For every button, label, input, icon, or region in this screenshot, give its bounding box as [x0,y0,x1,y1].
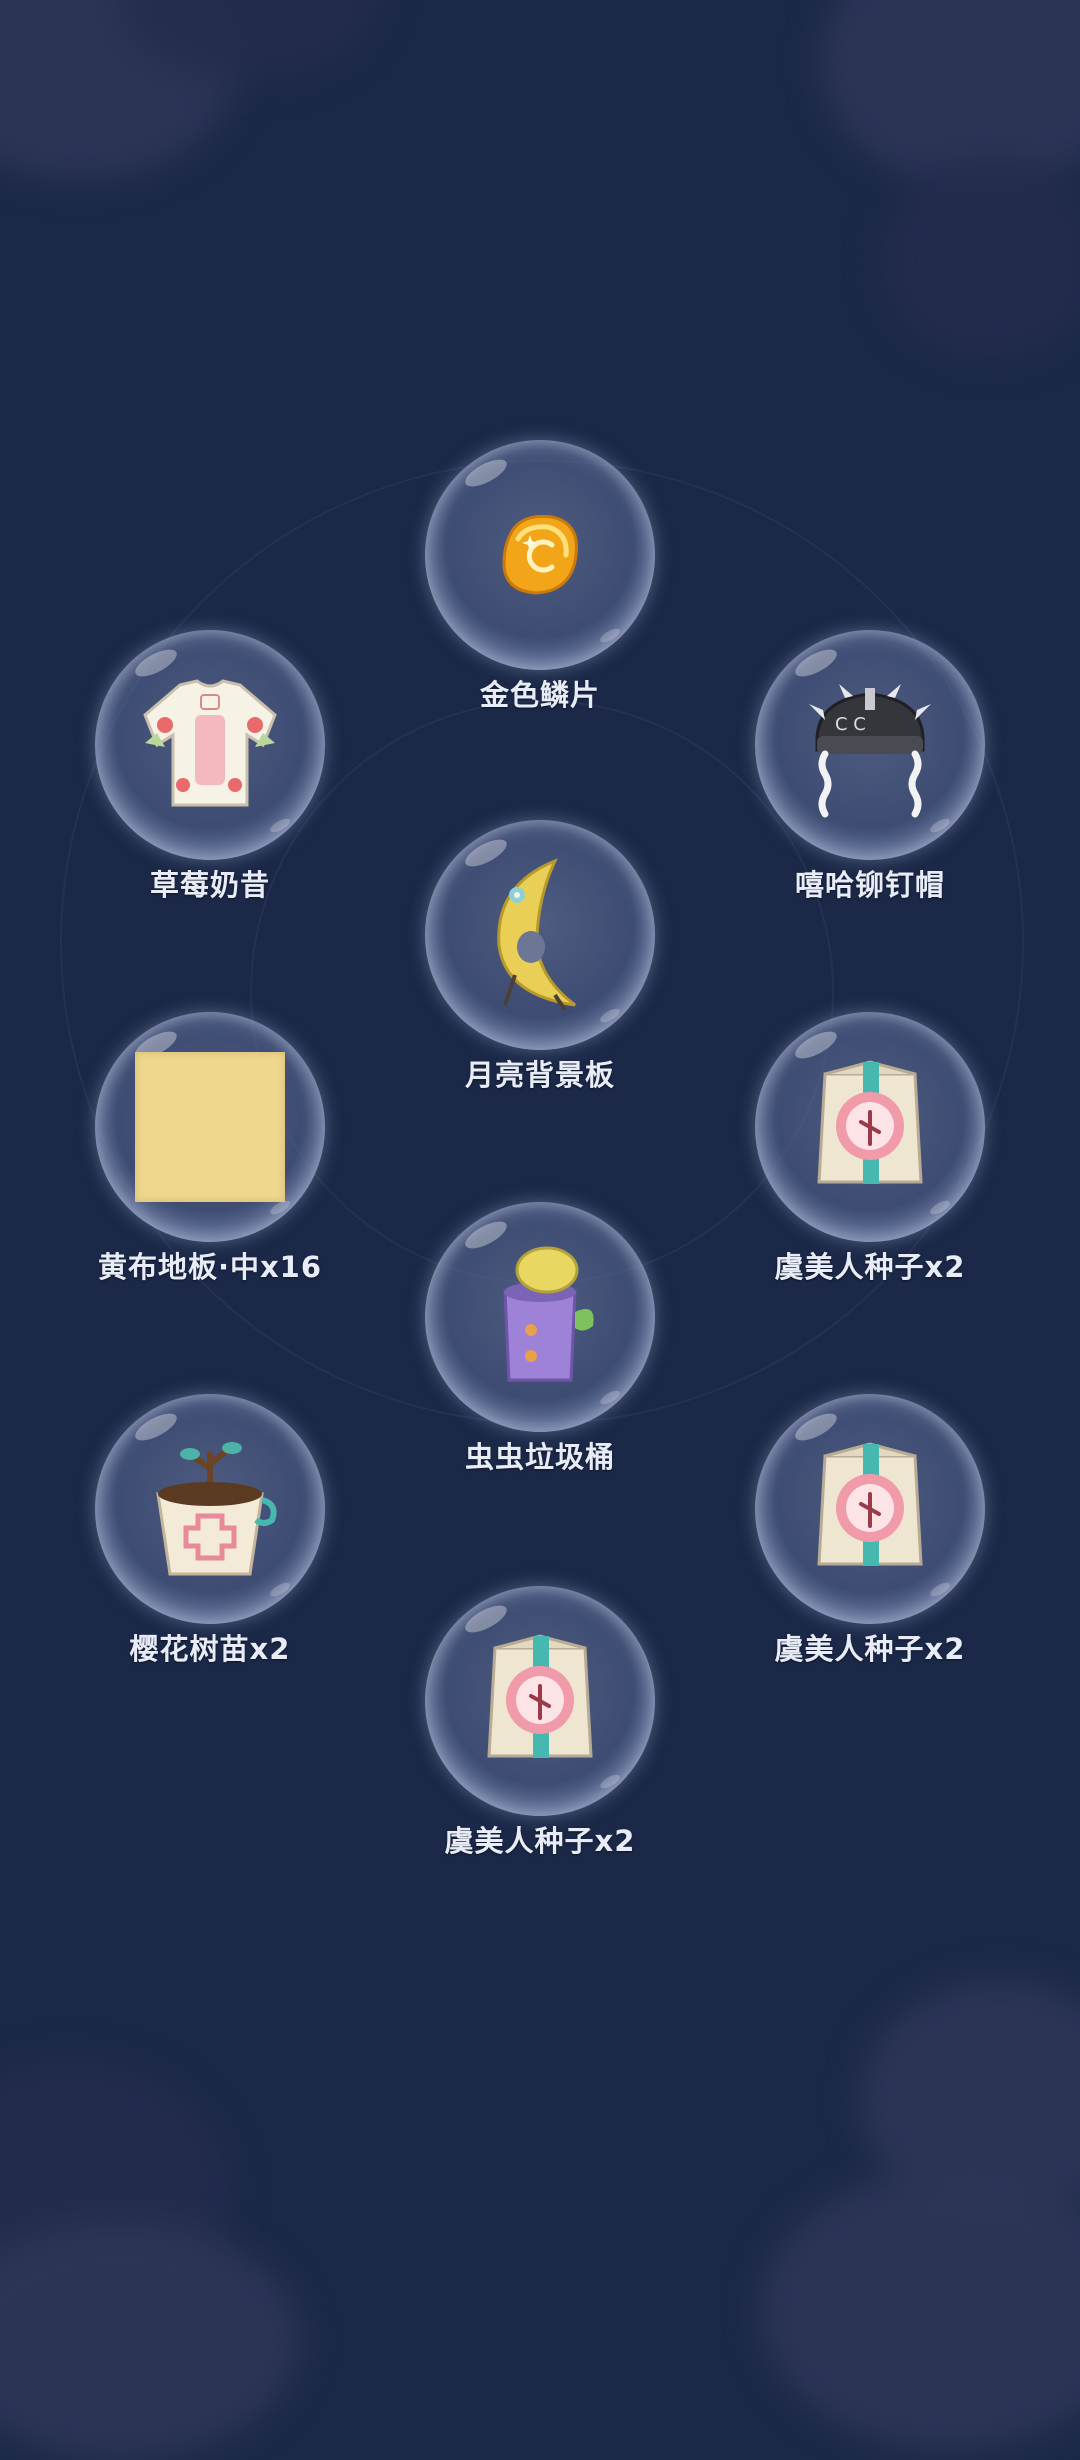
reward-label: 虞美人种子x2 [774,1632,966,1666]
bug-trash-can-icon [503,1246,594,1382]
reward-bubble[interactable] [425,440,655,670]
reward-bubble[interactable] [95,1012,325,1242]
reward-label: 金色鳞片 [479,678,600,712]
reward-item-moon-backdrop[interactable]: 月亮背景板 [410,820,670,1120]
reward-label: 虞美人种子x2 [774,1250,966,1284]
gold-scale-icon [502,514,578,595]
svg-text:C C: C C [835,714,866,735]
reward-bubble[interactable] [755,1012,985,1242]
reward-bubble[interactable]: C C [755,630,985,860]
reward-label: 樱花树苗x2 [129,1632,291,1666]
reward-label: 虫虫垃圾桶 [464,1440,615,1474]
poppy-seed-bag-icon [817,1060,923,1184]
poppy-seed-bag-icon [817,1442,923,1566]
reward-item-strawberry-shirt[interactable]: 草莓奶昔 [80,630,340,930]
reward-label: 虞美人种子x2 [444,1824,636,1858]
studded-hat-icon: C C [809,684,931,818]
reward-item-cherry-sapling[interactable]: 樱花树苗x2 [80,1394,340,1694]
poppy-seed-bag-icon [487,1634,593,1758]
reward-item-studded-hat[interactable]: C C 嘻哈铆钉帽 [740,630,1000,930]
reward-item-yellow-floor[interactable]: 黄布地板·中x16 [80,1012,340,1312]
reward-item-poppy-seeds[interactable]: 虞美人种子x2 [740,1012,1000,1312]
reward-label: 草莓奶昔 [149,868,270,902]
yellow-floor-tile-icon [135,1052,285,1202]
reward-item-gold-scale[interactable]: 金色鳞片 [410,440,670,740]
reward-item-poppy-seeds[interactable]: 虞美人种子x2 [410,1586,670,1886]
reward-bubble[interactable] [425,1586,655,1816]
cherry-sapling-pot-icon [156,1442,277,1576]
reward-bubble[interactable] [425,820,655,1050]
reward-item-bug-trash-can[interactable]: 虫虫垃圾桶 [410,1202,670,1502]
reward-label: 黄布地板·中x16 [97,1250,323,1284]
moon-backdrop-icon [497,858,576,1012]
reward-bubble[interactable] [95,630,325,860]
reward-bubble[interactable] [755,1394,985,1624]
reward-label: 嘻哈铆钉帽 [794,868,945,902]
reward-bubble[interactable] [95,1394,325,1624]
reward-bubble[interactable] [425,1202,655,1432]
reward-item-poppy-seeds[interactable]: 虞美人种子x2 [740,1394,1000,1694]
reward-label: 月亮背景板 [464,1058,615,1092]
strawberry-shirt-icon [143,679,277,807]
